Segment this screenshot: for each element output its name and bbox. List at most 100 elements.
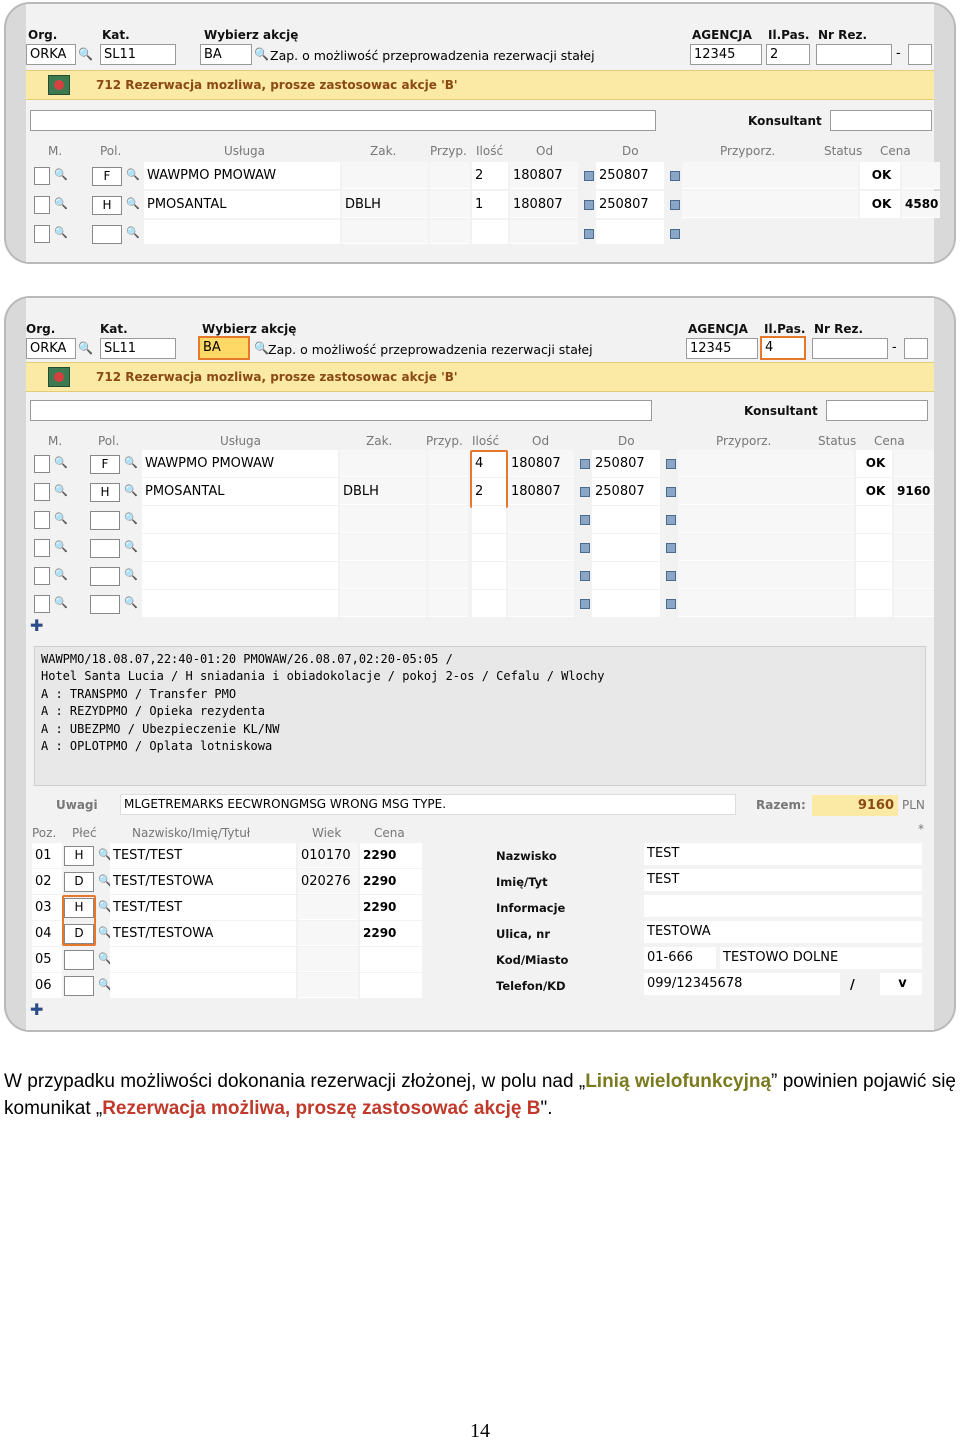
przyp-cell[interactable] [428, 478, 468, 505]
przyp-cell[interactable] [428, 450, 468, 477]
search-icon[interactable]: 🔍 [126, 197, 140, 210]
calendar-icon[interactable] [580, 599, 590, 609]
od-cell[interactable] [508, 534, 574, 561]
pax-wiek[interactable] [298, 947, 358, 972]
row-checkbox[interactable] [34, 483, 50, 501]
usluga-cell[interactable]: WAWPMO PMOWAW [142, 450, 338, 477]
przyp-cell[interactable] [428, 534, 468, 561]
ilosc-cell[interactable] [472, 562, 506, 589]
calendar-icon[interactable] [666, 571, 676, 581]
przyporz-cell[interactable] [682, 162, 858, 189]
row-checkbox[interactable] [34, 511, 50, 529]
search-icon[interactable]: 🔍 [78, 47, 93, 61]
pax-name[interactable] [110, 947, 296, 972]
calendar-icon[interactable] [670, 171, 680, 181]
search-icon[interactable]: 🔍 [254, 341, 269, 355]
calendar-icon[interactable] [580, 459, 590, 469]
detail-value[interactable]: 01-666 [644, 947, 716, 969]
pol-input[interactable] [90, 567, 120, 586]
od-cell[interactable]: 180807 [510, 191, 578, 218]
search-icon[interactable]: 🔍 [126, 226, 140, 239]
ilosc-cell[interactable]: 2 [472, 162, 508, 189]
od-cell[interactable] [508, 590, 574, 617]
detail-value[interactable] [644, 895, 922, 917]
ilosc-cell[interactable] [472, 506, 506, 533]
search-icon[interactable]: 🔍 [54, 456, 68, 469]
od-cell[interactable] [510, 220, 578, 244]
search-icon[interactable]: 🔍 [54, 540, 68, 553]
row-checkbox[interactable] [34, 567, 50, 585]
przyp-cell[interactable] [428, 590, 468, 617]
pax-wiek[interactable]: 020276 [298, 869, 358, 894]
od-cell[interactable]: 180807 [508, 450, 574, 477]
pax-name[interactable]: TEST/TESTOWA [110, 869, 296, 894]
zak-cell[interactable] [340, 562, 426, 589]
ilpas-input[interactable]: 4 [760, 336, 806, 360]
pax-name[interactable]: TEST/TEST [110, 895, 296, 920]
add-row-icon[interactable]: ✚ [30, 616, 43, 635]
pax-wiek[interactable] [298, 973, 358, 998]
nrrez-suffix-input[interactable] [904, 338, 928, 359]
calendar-icon[interactable] [670, 229, 680, 239]
row-checkbox[interactable] [34, 595, 50, 613]
pax-plec-input[interactable] [64, 976, 94, 996]
pax-plec-input[interactable] [64, 950, 94, 970]
zak-cell[interactable] [340, 534, 426, 561]
org-input[interactable]: ORKA [26, 44, 76, 65]
row-checkbox[interactable] [34, 539, 50, 557]
search-icon[interactable]: 🔍 [54, 568, 68, 581]
pol-input[interactable]: H [90, 483, 120, 502]
calendar-icon[interactable] [666, 543, 676, 553]
zak-cell[interactable] [342, 162, 428, 189]
agencja-input[interactable]: 12345 [686, 338, 758, 359]
ilosc-cell[interactable]: 4 [472, 450, 506, 477]
do-cell[interactable]: 250807 [592, 478, 660, 505]
od-cell[interactable]: 180807 [510, 162, 578, 189]
ilpas-input[interactable]: 2 [766, 44, 810, 65]
row-checkbox[interactable] [34, 455, 50, 473]
do-cell[interactable]: 250807 [592, 450, 660, 477]
calendar-icon[interactable] [584, 200, 594, 210]
multifunction-line-input[interactable] [30, 400, 652, 421]
konsultant-input[interactable] [830, 110, 932, 131]
search-icon[interactable]: 🔍 [124, 596, 138, 609]
calendar-icon[interactable] [666, 599, 676, 609]
row-checkbox[interactable] [34, 167, 50, 185]
kat-input[interactable]: SL11 [100, 338, 176, 359]
search-icon[interactable]: 🔍 [254, 47, 269, 61]
zak-cell[interactable] [340, 506, 426, 533]
ilosc-cell[interactable] [472, 534, 506, 561]
phone-kd-input[interactable]: v [880, 973, 922, 995]
add-passenger-icon[interactable]: ✚ [30, 1000, 43, 1019]
przyp-cell[interactable] [428, 506, 468, 533]
kat-input[interactable]: SL11 [100, 44, 176, 65]
pax-plec-input[interactable]: H [64, 846, 94, 866]
search-icon[interactable]: 🔍 [54, 226, 68, 239]
usluga-cell[interactable] [144, 220, 340, 244]
calendar-icon[interactable] [666, 459, 676, 469]
calendar-icon[interactable] [584, 229, 594, 239]
pax-name[interactable] [110, 973, 296, 998]
pax-plec-input[interactable]: D [64, 872, 94, 892]
pol-input[interactable] [92, 225, 122, 244]
search-icon[interactable]: 🔍 [124, 540, 138, 553]
calendar-icon[interactable] [584, 171, 594, 181]
search-icon[interactable]: 🔍 [124, 456, 138, 469]
search-icon[interactable]: 🔍 [54, 512, 68, 525]
calendar-icon[interactable] [670, 200, 680, 210]
usluga-cell[interactable]: PMOSANTAL [142, 478, 338, 505]
multifunction-line-input[interactable] [30, 110, 656, 131]
search-icon[interactable]: 🔍 [54, 596, 68, 609]
calendar-icon[interactable] [580, 487, 590, 497]
detail-value[interactable]: TEST [644, 869, 922, 891]
do-cell[interactable] [592, 590, 660, 617]
calendar-icon[interactable] [666, 515, 676, 525]
detail-value[interactable]: TEST [644, 843, 922, 865]
pax-name[interactable]: TEST/TESTOWA [110, 921, 296, 946]
search-icon[interactable]: 🔍 [124, 484, 138, 497]
row-checkbox[interactable] [34, 225, 50, 243]
detail-value[interactable]: 099/12345678 [644, 973, 840, 995]
przyp-cell[interactable] [430, 191, 470, 218]
org-input[interactable]: ORKA [26, 338, 76, 359]
zak-cell[interactable] [340, 450, 426, 477]
